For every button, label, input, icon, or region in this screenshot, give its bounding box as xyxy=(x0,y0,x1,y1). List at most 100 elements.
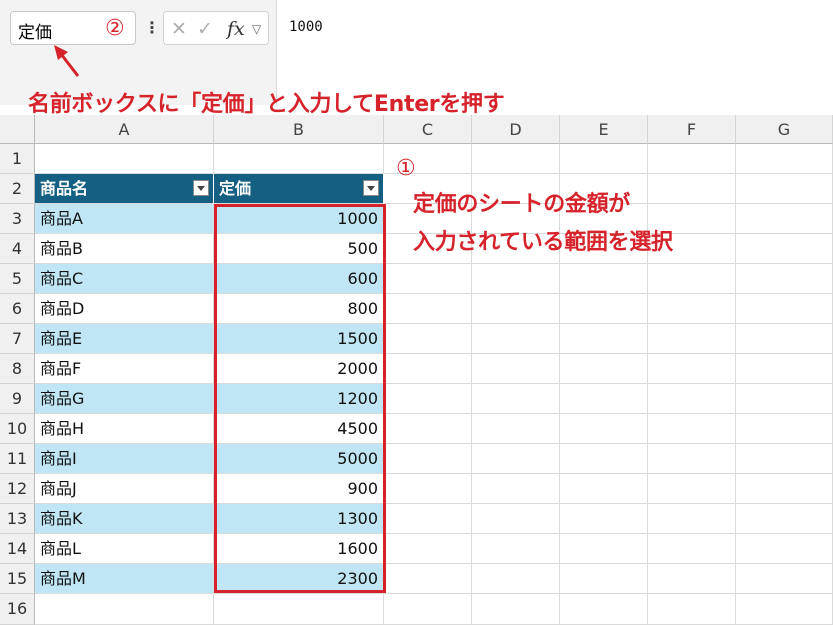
grid-cell[interactable] xyxy=(35,144,214,174)
grid-cell[interactable] xyxy=(736,504,833,534)
grid-cell[interactable] xyxy=(472,354,560,384)
grid-cell[interactable] xyxy=(736,174,833,204)
table-header-price[interactable]: 定価 xyxy=(214,174,384,204)
grid-cell[interactable] xyxy=(384,564,472,594)
grid-cell[interactable] xyxy=(560,474,648,504)
table-cell-product[interactable]: 商品K xyxy=(35,504,214,534)
grid-cell[interactable] xyxy=(384,444,472,474)
grid-cell[interactable] xyxy=(736,594,833,625)
formula-value[interactable]: 1000 xyxy=(289,19,323,35)
grid-cell[interactable] xyxy=(648,144,736,174)
table-cell-product[interactable]: 商品J xyxy=(35,474,214,504)
row-header[interactable]: 14 xyxy=(0,534,35,564)
column-header-a[interactable]: A xyxy=(35,115,214,144)
grid-cell[interactable] xyxy=(736,204,833,234)
grid-cell[interactable] xyxy=(648,594,736,625)
grid-cell[interactable] xyxy=(472,564,560,594)
grid-cell[interactable] xyxy=(384,594,472,625)
grid-cell[interactable] xyxy=(560,264,648,294)
column-header-e[interactable]: E xyxy=(560,115,648,144)
enter-check-icon[interactable]: ✓ xyxy=(197,12,213,46)
grid-cell[interactable] xyxy=(736,294,833,324)
grid-cell[interactable] xyxy=(214,594,384,625)
chevron-down-icon[interactable]: ▽ xyxy=(252,12,261,46)
grid-cell[interactable] xyxy=(736,324,833,354)
grid-cell[interactable] xyxy=(648,354,736,384)
column-header-c[interactable]: C xyxy=(384,115,472,144)
name-box-value[interactable]: 定価 xyxy=(18,18,52,43)
column-header-b[interactable]: B xyxy=(214,115,384,144)
column-header-f[interactable]: F xyxy=(648,115,736,144)
grid-cell[interactable] xyxy=(736,264,833,294)
grid-cell[interactable] xyxy=(384,474,472,504)
row-header[interactable]: 7 xyxy=(0,324,35,354)
grid-cell[interactable] xyxy=(214,144,384,174)
grid-cell[interactable] xyxy=(736,474,833,504)
grid-cell[interactable] xyxy=(648,294,736,324)
row-header[interactable]: 1 xyxy=(0,144,35,174)
filter-dropdown-icon[interactable] xyxy=(363,180,379,196)
table-cell-product[interactable]: 商品L xyxy=(35,534,214,564)
grid-cell[interactable] xyxy=(472,324,560,354)
grid-cell[interactable] xyxy=(736,444,833,474)
column-header-d[interactable]: D xyxy=(472,115,560,144)
grid-cell[interactable] xyxy=(472,594,560,625)
table-cell-product[interactable]: 商品A xyxy=(35,204,214,234)
row-header[interactable]: 15 xyxy=(0,564,35,594)
grid-cell[interactable] xyxy=(648,444,736,474)
grid-cell[interactable] xyxy=(472,534,560,564)
grid-cell[interactable] xyxy=(648,174,736,204)
grid-cell[interactable] xyxy=(560,534,648,564)
row-header[interactable]: 10 xyxy=(0,414,35,444)
row-header[interactable]: 6 xyxy=(0,294,35,324)
table-cell-product[interactable]: 商品D xyxy=(35,294,214,324)
grid-cell[interactable] xyxy=(560,504,648,534)
cancel-icon[interactable]: ✕ xyxy=(171,12,187,46)
grid-cell[interactable] xyxy=(560,294,648,324)
grid-cell[interactable] xyxy=(560,354,648,384)
table-cell-product[interactable]: 商品H xyxy=(35,414,214,444)
row-header[interactable]: 2 xyxy=(0,174,35,204)
row-header[interactable]: 16 xyxy=(0,594,35,625)
grid-cell[interactable] xyxy=(472,504,560,534)
grid-cell[interactable] xyxy=(736,234,833,264)
table-cell-product[interactable]: 商品M xyxy=(35,564,214,594)
grid-cell[interactable] xyxy=(560,414,648,444)
grid-cell[interactable] xyxy=(736,564,833,594)
grid-cell[interactable] xyxy=(384,264,472,294)
grid-cell[interactable] xyxy=(560,444,648,474)
grid-cell[interactable] xyxy=(736,534,833,564)
table-cell-product[interactable]: 商品E xyxy=(35,324,214,354)
grid-cell[interactable] xyxy=(384,504,472,534)
row-header[interactable]: 12 xyxy=(0,474,35,504)
grid-cell[interactable] xyxy=(384,534,472,564)
grid-cell[interactable] xyxy=(384,324,472,354)
table-cell-product[interactable]: 商品G xyxy=(35,384,214,414)
grid-cell[interactable] xyxy=(736,144,833,174)
grid-cell[interactable] xyxy=(472,144,560,174)
row-header[interactable]: 3 xyxy=(0,204,35,234)
grid-cell[interactable] xyxy=(472,444,560,474)
grid-cell[interactable] xyxy=(384,354,472,384)
grid-cell[interactable] xyxy=(736,384,833,414)
table-cell-product[interactable]: 商品B xyxy=(35,234,214,264)
grid-cell[interactable] xyxy=(648,504,736,534)
select-all-corner[interactable] xyxy=(0,115,35,144)
row-header[interactable]: 13 xyxy=(0,504,35,534)
grid-cell[interactable] xyxy=(384,414,472,444)
grid-cell[interactable] xyxy=(472,414,560,444)
grid-cell[interactable] xyxy=(560,594,648,625)
table-cell-product[interactable]: 商品I xyxy=(35,444,214,474)
grid-cell[interactable] xyxy=(648,264,736,294)
grid-cell[interactable] xyxy=(560,564,648,594)
row-header[interactable]: 9 xyxy=(0,384,35,414)
grid-cell[interactable] xyxy=(648,324,736,354)
more-options-icon[interactable]: ⋮ xyxy=(144,14,160,42)
table-cell-product[interactable]: 商品F xyxy=(35,354,214,384)
table-header-product[interactable]: 商品名 xyxy=(35,174,214,204)
grid-cell[interactable] xyxy=(648,474,736,504)
grid-cell[interactable] xyxy=(472,474,560,504)
row-header[interactable]: 8 xyxy=(0,354,35,384)
grid-cell[interactable] xyxy=(648,384,736,414)
row-header[interactable]: 4 xyxy=(0,234,35,264)
